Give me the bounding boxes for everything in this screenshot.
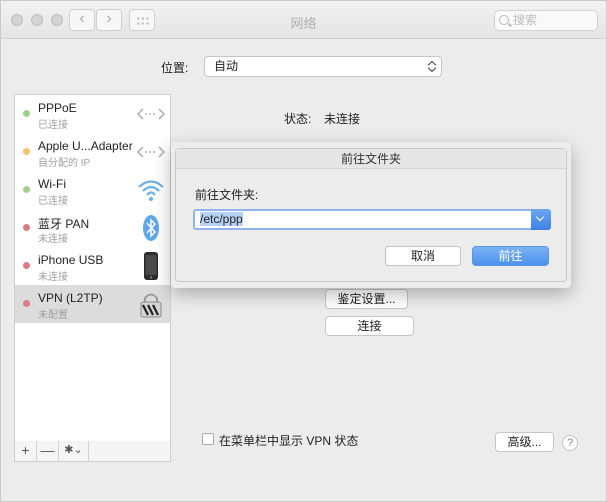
ethernet-arrows-icon bbox=[136, 108, 166, 120]
authentication-settings-button[interactable]: 鉴定设置... bbox=[325, 289, 408, 309]
search-icon bbox=[499, 15, 509, 25]
iphone-icon bbox=[144, 252, 158, 280]
status-dot bbox=[23, 186, 30, 193]
service-name: PPPoE bbox=[38, 101, 77, 115]
service-status: 未配置 bbox=[38, 310, 68, 321]
service-list-toolbar: + — ✱⌄ bbox=[14, 441, 171, 462]
network-preferences-window: ‹ › 网络 搜索 位置: 自动 PPPoE 已连接 Apple U...Ada… bbox=[0, 0, 607, 502]
service-status: 已连接 bbox=[38, 196, 68, 207]
wifi-icon bbox=[138, 180, 164, 201]
advanced-button[interactable]: 高级... bbox=[495, 432, 554, 452]
titlebar: ‹ › 网络 搜索 bbox=[1, 1, 606, 39]
go-button[interactable]: 前往 bbox=[472, 246, 549, 266]
folder-path-input[interactable]: /etc/ppp bbox=[193, 209, 551, 230]
service-name: VPN (L2TP) bbox=[38, 291, 103, 305]
search-field[interactable]: 搜索 bbox=[494, 10, 598, 31]
status-dot bbox=[23, 110, 30, 117]
add-service-button[interactable]: + bbox=[15, 441, 37, 461]
service-item-vpn-l2tp[interactable]: VPN (L2TP) 未配置 bbox=[15, 285, 170, 323]
service-item-wifi[interactable]: Wi-Fi 已连接 bbox=[15, 171, 170, 209]
service-name: Wi-Fi bbox=[38, 177, 66, 191]
service-item-iphone-usb[interactable]: iPhone USB 未连接 bbox=[15, 247, 170, 285]
service-status: 已连接 bbox=[38, 120, 68, 131]
ethernet-arrows-icon bbox=[136, 146, 166, 158]
service-status: 未连接 bbox=[38, 234, 68, 245]
service-item-apple-usb-adapter[interactable]: Apple U...Adapter 自分配的 IP bbox=[15, 133, 170, 171]
dialog-label: 前往文件夹: bbox=[195, 188, 259, 202]
status-dot bbox=[23, 224, 30, 231]
action-menu-button[interactable]: ✱⌄ bbox=[59, 441, 89, 461]
location-label: 位置: bbox=[161, 61, 189, 75]
go-to-folder-dialog: 前往文件夹 前往文件夹: /etc/ppp 取消 前往 bbox=[175, 148, 567, 282]
status-dot bbox=[23, 148, 30, 155]
status-dot bbox=[23, 262, 30, 269]
service-status: 未连接 bbox=[38, 272, 68, 283]
folder-path-value: /etc/ppp bbox=[200, 212, 243, 226]
up-down-chevron-icon bbox=[428, 60, 436, 73]
vpn-lock-icon bbox=[140, 293, 162, 318]
status-dot bbox=[23, 300, 30, 307]
gear-icon: ✱ bbox=[64, 444, 74, 456]
connect-button[interactable]: 连接 bbox=[325, 316, 414, 336]
status-label: 状态: bbox=[284, 112, 312, 126]
help-button[interactable]: ? bbox=[562, 435, 578, 451]
service-name: iPhone USB bbox=[38, 253, 104, 267]
bluetooth-icon bbox=[143, 215, 159, 241]
search-placeholder: 搜索 bbox=[513, 13, 538, 27]
remove-service-button[interactable]: — bbox=[37, 441, 59, 461]
location-value: 自动 bbox=[214, 59, 239, 73]
service-list: PPPoE 已连接 Apple U...Adapter 自分配的 IP Wi-F… bbox=[14, 94, 171, 442]
status-value: 未连接 bbox=[324, 112, 361, 126]
chevron-down-icon: ⌄ bbox=[73, 444, 83, 456]
show-vpn-status-label: 在菜单栏中显示 VPN 状态 bbox=[219, 434, 359, 448]
service-item-bluetooth-pan[interactable]: 蓝牙 PAN 未连接 bbox=[15, 209, 170, 247]
service-item-pppoe[interactable]: PPPoE 已连接 bbox=[15, 95, 170, 133]
show-vpn-status-checkbox[interactable] bbox=[202, 433, 214, 445]
dialog-title: 前往文件夹 bbox=[176, 149, 566, 169]
recent-folders-dropdown-button[interactable] bbox=[531, 209, 551, 230]
cancel-button[interactable]: 取消 bbox=[385, 246, 461, 266]
service-status: 自分配的 IP bbox=[38, 158, 91, 169]
location-select[interactable]: 自动 bbox=[204, 56, 442, 77]
service-name: Apple U...Adapter bbox=[38, 139, 133, 153]
